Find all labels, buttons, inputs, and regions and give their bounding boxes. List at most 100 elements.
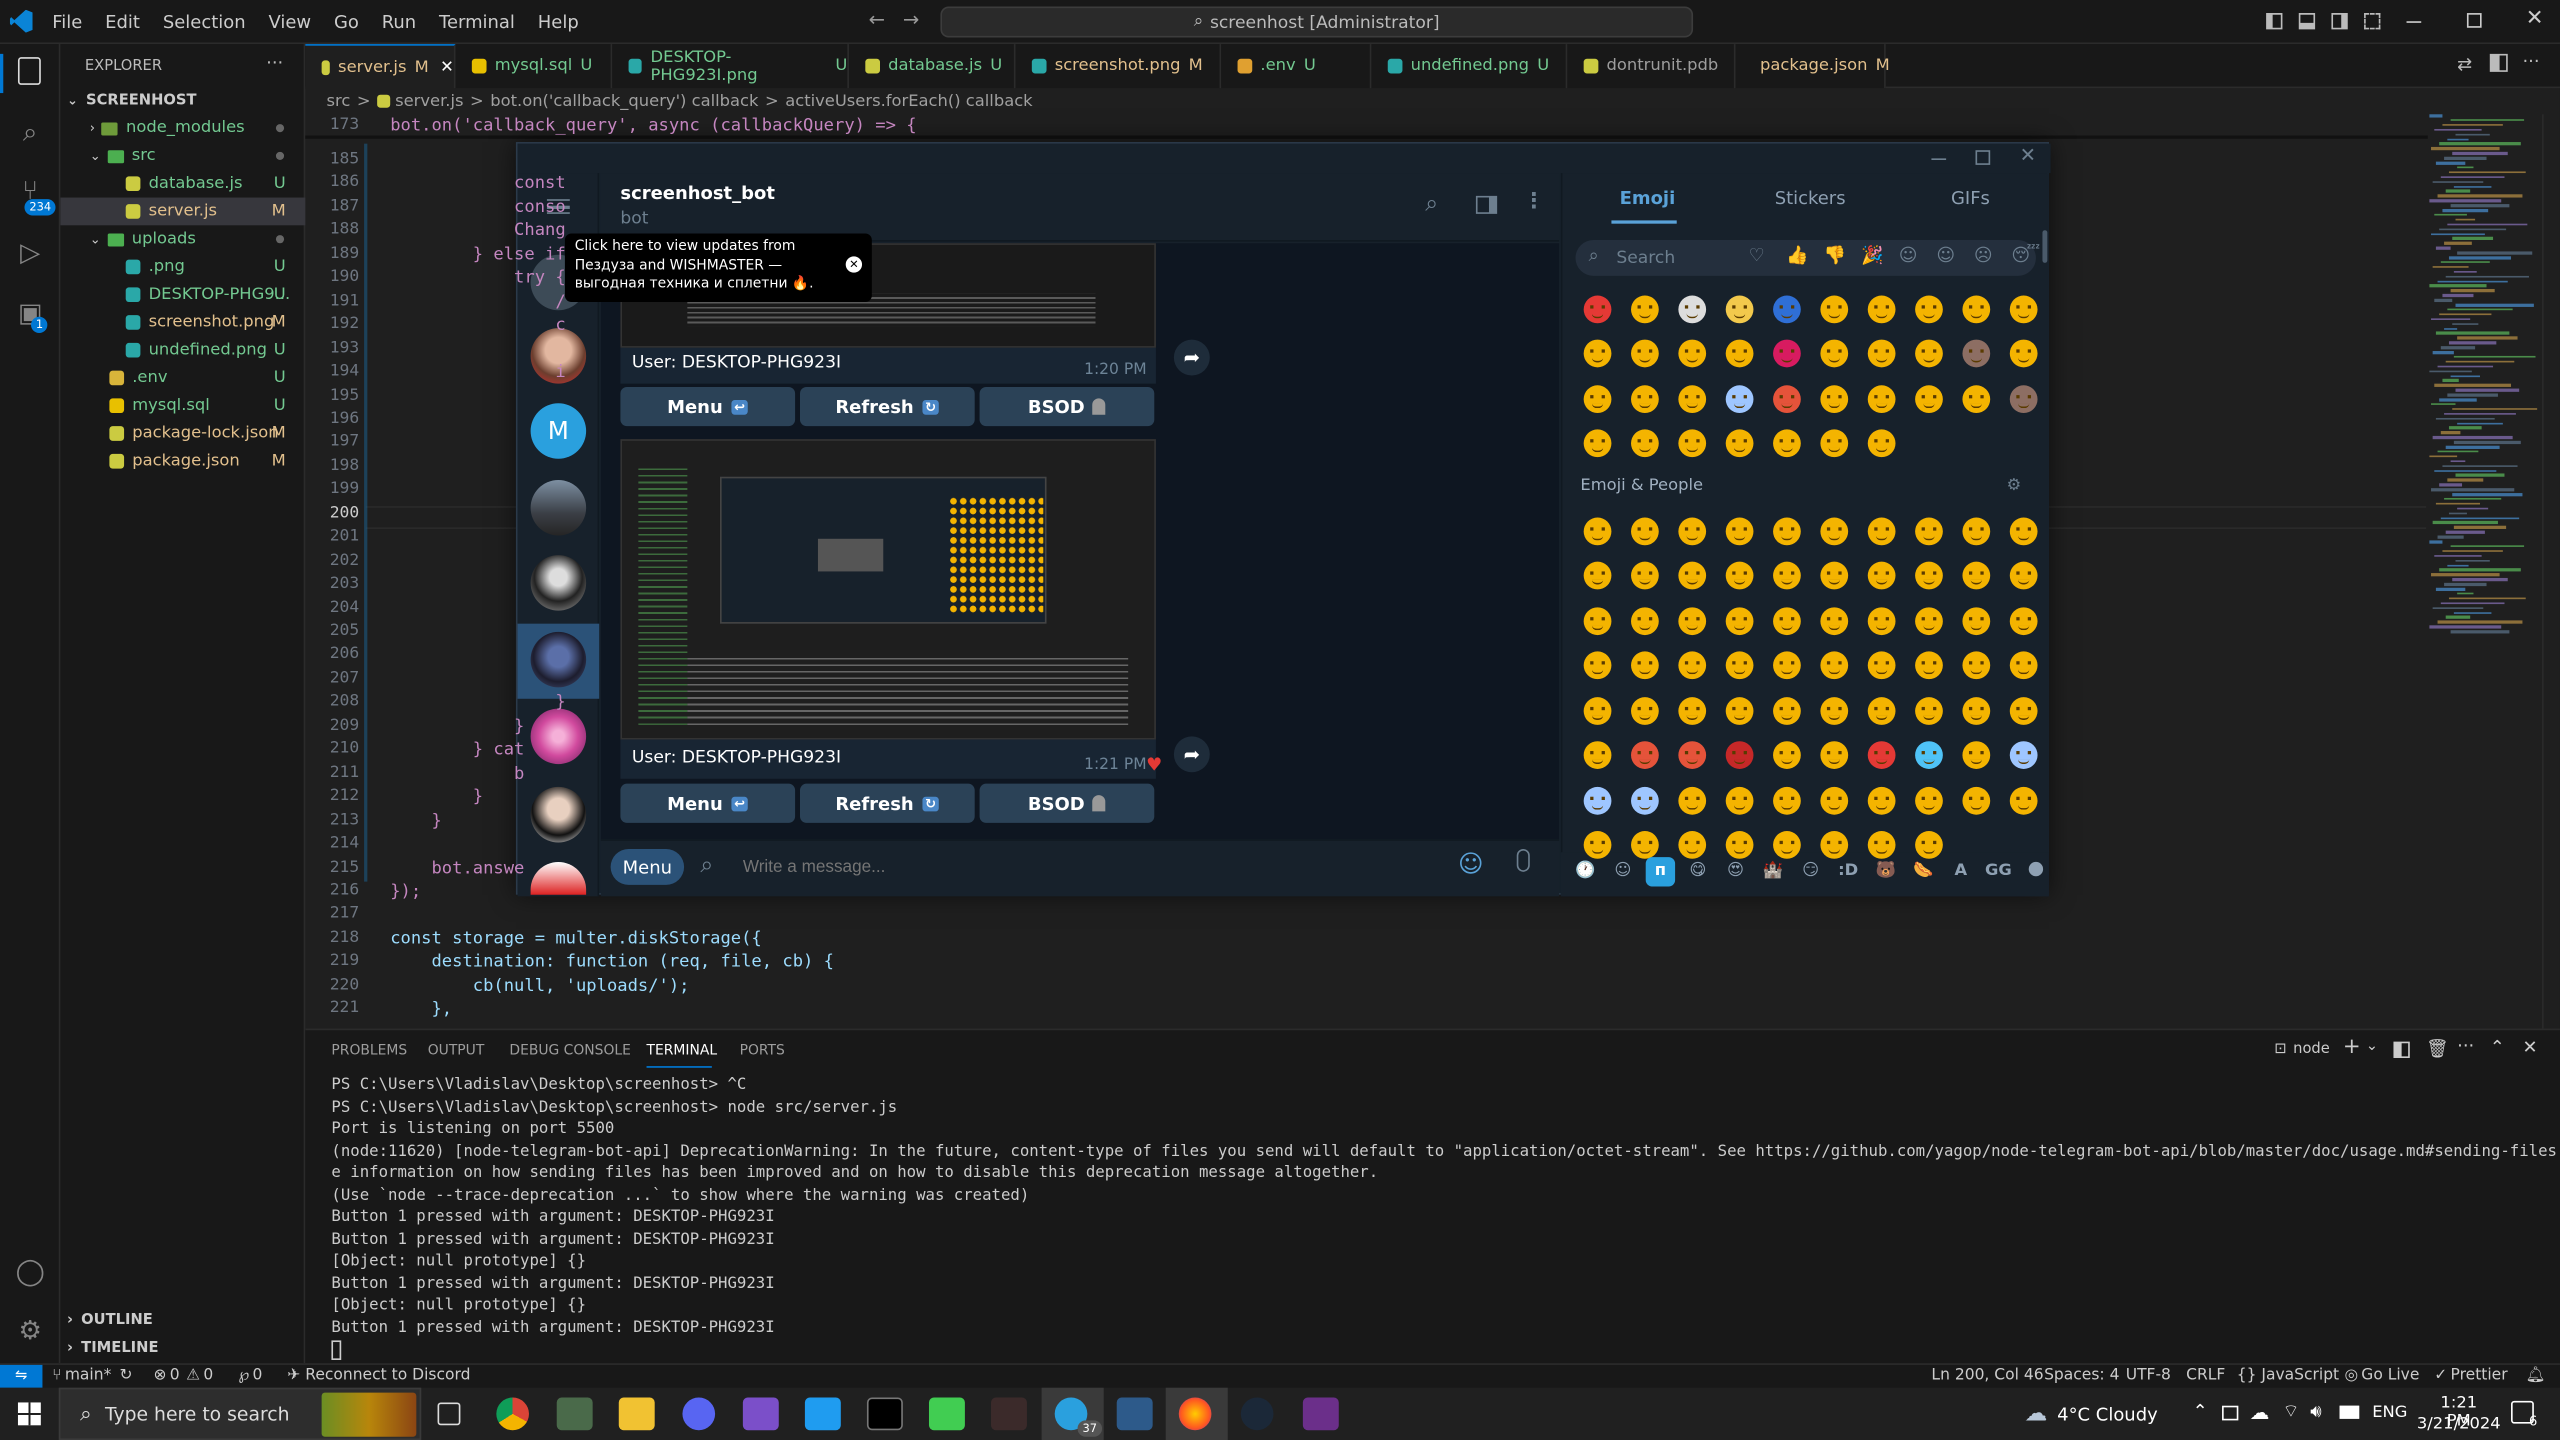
menu-file[interactable]: File bbox=[52, 11, 82, 32]
emoji-cell[interactable] bbox=[2005, 692, 2041, 728]
emoji-cell[interactable] bbox=[1721, 513, 1757, 549]
emoji-cell[interactable] bbox=[1816, 425, 1852, 461]
firefox-icon[interactable] bbox=[1178, 1397, 1212, 1431]
emoji-cell[interactable] bbox=[1958, 602, 1994, 638]
close-icon[interactable]: ✕ bbox=[2526, 7, 2544, 31]
outline-section[interactable]: › OUTLINE bbox=[60, 1306, 305, 1334]
emoji-cell[interactable] bbox=[1910, 513, 1946, 549]
emoji-filter-icon[interactable]: 👎 bbox=[1824, 245, 1846, 266]
forward-icon[interactable]: ➦ bbox=[1173, 736, 1210, 773]
emoji-cell[interactable] bbox=[1816, 558, 1852, 594]
tab-terminal[interactable]: TERMINAL bbox=[647, 1043, 718, 1059]
discord-indicator[interactable]: ✈ Reconnect to Discord bbox=[287, 1367, 470, 1385]
emoji-cell[interactable] bbox=[1958, 647, 1994, 683]
emoji-cell[interactable] bbox=[1816, 380, 1852, 416]
new-terminal-icon[interactable]: + bbox=[2343, 1035, 2361, 1059]
emoji-category-icon[interactable]: 😏 bbox=[1796, 857, 1825, 886]
editor-tab[interactable]: screenshot.png M bbox=[1015, 44, 1222, 89]
code-line[interactable]: }, bbox=[390, 999, 452, 1019]
emoji-cell[interactable] bbox=[2005, 737, 2041, 773]
bug-app-icon[interactable] bbox=[991, 1397, 1027, 1431]
emoji-cell[interactable] bbox=[1673, 513, 1709, 549]
branch-indicator[interactable]: ⑂ main* ↻ bbox=[52, 1367, 132, 1385]
emoji-tab-stickers[interactable]: Stickers bbox=[1775, 188, 1846, 209]
emoji-cell[interactable] bbox=[1579, 602, 1615, 638]
taskbar-search[interactable]: ⌕ Type here to search bbox=[58, 1387, 422, 1440]
emoji-category-icon[interactable]: 😍 bbox=[1721, 857, 1750, 886]
editor-tab[interactable]: .env U bbox=[1221, 44, 1372, 89]
emoji-cell[interactable] bbox=[1910, 647, 1946, 683]
emoji-cell[interactable] bbox=[1863, 291, 1899, 327]
battery-icon[interactable] bbox=[2222, 1405, 2239, 1421]
emoji-cell[interactable] bbox=[1816, 291, 1852, 327]
emoji-cell[interactable] bbox=[1626, 425, 1662, 461]
tg-close-icon[interactable]: ✕ bbox=[2020, 144, 2036, 167]
emoji-category-icon[interactable]: ☺ bbox=[1608, 857, 1637, 886]
editor-tab[interactable]: undefined.png U bbox=[1371, 44, 1568, 89]
editor-tab[interactable]: database.js U bbox=[848, 44, 1016, 89]
more-actions-icon[interactable]: ··· bbox=[266, 52, 283, 73]
more-actions-icon[interactable]: ··· bbox=[2457, 1035, 2474, 1056]
emoji-filter-icon[interactable]: ☹ bbox=[1974, 245, 1993, 266]
search-icon[interactable]: ⌕ bbox=[1425, 191, 1438, 217]
emoji-section-settings-icon[interactable]: ⚙ bbox=[2007, 477, 2022, 495]
emoji-cell[interactable] bbox=[1673, 602, 1709, 638]
visual-studio-icon[interactable] bbox=[742, 1397, 779, 1431]
emoji-cell[interactable] bbox=[1768, 647, 1804, 683]
emoji-category-icon[interactable]: 🏰 bbox=[1758, 857, 1787, 886]
emoji-cell[interactable] bbox=[2005, 602, 2041, 638]
chevron-down-icon[interactable]: ⌄ bbox=[2366, 1038, 2378, 1054]
emoji-filter-icon[interactable]: ☺ bbox=[1899, 245, 1918, 266]
input-language[interactable]: ENG bbox=[2372, 1404, 2407, 1422]
menu-help[interactable]: Help bbox=[538, 11, 579, 32]
emoji-category-icon[interactable]: 🌑 bbox=[2021, 857, 2050, 886]
clock-date[interactable]: 3/21/2024 bbox=[2416, 1416, 2501, 1434]
emoji-category-icon[interactable]: GG bbox=[1984, 857, 2013, 886]
file-tree-item[interactable]: database.js U bbox=[60, 170, 305, 198]
code-line[interactable]: } cat bbox=[390, 740, 525, 760]
discord-icon[interactable] bbox=[682, 1397, 716, 1431]
emoji-cell[interactable] bbox=[1816, 692, 1852, 728]
code-line[interactable]: bot.answe bbox=[390, 858, 524, 878]
refresh-button[interactable]: Refresh ↻ bbox=[799, 386, 975, 427]
code-line[interactable]: / bbox=[390, 292, 565, 312]
menu-edit[interactable]: Edit bbox=[105, 11, 140, 32]
tray-chevron-icon[interactable]: ⌃ bbox=[2193, 1401, 2208, 1422]
code-line[interactable]: } bbox=[390, 693, 565, 713]
volume-icon[interactable]: 🔊︎ bbox=[2310, 1401, 2321, 1424]
editor-tab[interactable]: dontrunit.pdb bbox=[1567, 44, 1736, 89]
code-line[interactable]: }); bbox=[390, 882, 421, 902]
sidebar-toggle-icon[interactable] bbox=[1475, 195, 1498, 214]
command-center[interactable]: ⌕ screenhost [Administrator] bbox=[940, 6, 1694, 38]
emoji-cell[interactable] bbox=[1626, 291, 1662, 327]
remote-desktop-icon[interactable] bbox=[1116, 1397, 1153, 1431]
code-line[interactable]: try { bbox=[390, 268, 566, 288]
editor-tab[interactable]: DESKTOP-PHG923I.png U bbox=[612, 44, 849, 89]
file-tree-item[interactable]: mysql.sql U bbox=[60, 392, 305, 420]
split-editor-icon[interactable] bbox=[2489, 53, 2508, 72]
emoji-cell[interactable] bbox=[1673, 737, 1709, 773]
emoji-cell[interactable] bbox=[2005, 647, 2041, 683]
ports-indicator[interactable]: ℘ 0 bbox=[238, 1367, 262, 1385]
emoji-cell[interactable] bbox=[1910, 558, 1946, 594]
toggle-secondary-sidebar-icon[interactable] bbox=[2331, 13, 2348, 30]
qt-creator-icon[interactable] bbox=[928, 1397, 965, 1431]
menu-button[interactable]: Menu ↩ bbox=[620, 386, 796, 427]
editor-tab[interactable]: mysql.sql U bbox=[455, 44, 613, 89]
emoji-category-icon[interactable]: 😋 bbox=[1683, 857, 1712, 886]
forward-icon[interactable]: ➦ bbox=[1173, 339, 1210, 376]
emoji-category-icon[interactable]: п bbox=[1645, 857, 1676, 887]
emoji-cell[interactable] bbox=[2005, 782, 2041, 818]
minimize-icon[interactable] bbox=[2406, 21, 2422, 23]
terminal-shell-selector[interactable]: ⊡ node bbox=[2274, 1042, 2330, 1058]
code-line[interactable]: b bbox=[390, 764, 524, 784]
task-view-icon[interactable] bbox=[437, 1402, 461, 1426]
emoji-cell[interactable] bbox=[1579, 558, 1615, 594]
emoji-cell[interactable] bbox=[1958, 380, 1994, 416]
split-terminal-icon[interactable] bbox=[2393, 1041, 2410, 1058]
microphone-icon[interactable] bbox=[1516, 848, 1530, 872]
emoji-filter-icon[interactable]: ☺ bbox=[1936, 245, 1955, 266]
emoji-cell[interactable] bbox=[1816, 336, 1852, 372]
scrollbar[interactable] bbox=[2542, 114, 2558, 1029]
cursor-position[interactable]: Ln 200, Col 46 bbox=[1931, 1367, 2043, 1385]
